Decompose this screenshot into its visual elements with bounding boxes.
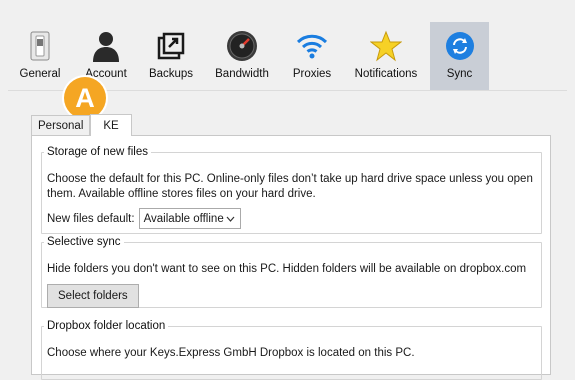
selective-sync-group: Selective sync Hide folders you don't wa…: [41, 236, 542, 308]
toolbar-tab-backups[interactable]: Backups: [146, 22, 196, 90]
speedometer-icon: [224, 28, 260, 64]
toolbar-tab-general[interactable]: General: [16, 22, 64, 90]
toolbar-label-general: General: [19, 68, 61, 80]
toolbar-label-bandwidth: Bandwidth: [215, 68, 269, 80]
select-folders-button[interactable]: Select folders: [47, 284, 139, 308]
chevron-down-icon: [226, 213, 235, 225]
toolbar-label-proxies: Proxies: [292, 68, 332, 80]
folder-location-group: Dropbox folder location Choose where you…: [41, 320, 542, 380]
user-silhouette-icon: [88, 28, 124, 64]
new-files-default-select[interactable]: Available offline: [138, 208, 241, 229]
toolbar-tab-proxies[interactable]: Proxies: [290, 22, 334, 90]
annotation-badge: A: [64, 77, 106, 119]
storage-description-line2: them. Available offline stores files on …: [47, 188, 316, 200]
toggle-switch-icon: [22, 28, 58, 64]
sync-settings-panel: Storage of new files Choose the default …: [31, 135, 551, 380]
folder-location-title: Dropbox folder location: [47, 320, 166, 332]
new-files-default-label: New files default:: [47, 212, 135, 225]
account-tabs: Personal KE: [31, 114, 132, 136]
folder-location-description: Choose where your Keys.Express GmbH Drop…: [47, 347, 415, 359]
selective-sync-description: Hide folders you don't want to see on th…: [47, 263, 527, 275]
toolbar-tab-notifications[interactable]: Notifications: [353, 22, 419, 90]
toolbar-tab-bandwidth[interactable]: Bandwidth: [214, 22, 270, 90]
storage-group: Storage of new files Choose the default …: [41, 146, 542, 234]
storage-group-title: Storage of new files: [47, 146, 149, 158]
toolbar-label-sync: Sync: [446, 68, 473, 80]
sync-icon: [442, 28, 478, 64]
toolbar-label-backups: Backups: [148, 68, 194, 80]
tab-personal[interactable]: Personal: [31, 115, 91, 136]
wifi-icon: [294, 28, 330, 64]
storage-description-line1: Choose the default for this PC. Online-o…: [47, 173, 533, 185]
star-icon: [368, 28, 404, 64]
toolbar-tab-sync[interactable]: Sync: [430, 22, 489, 90]
backup-icon: [153, 28, 189, 64]
selective-sync-title: Selective sync: [47, 236, 121, 248]
new-files-default-value: Available offline: [143, 212, 224, 225]
toolbar-label-notifications: Notifications: [354, 68, 418, 80]
new-files-default-row: New files default: Available offline: [47, 208, 241, 229]
tab-ke[interactable]: KE: [90, 114, 132, 136]
